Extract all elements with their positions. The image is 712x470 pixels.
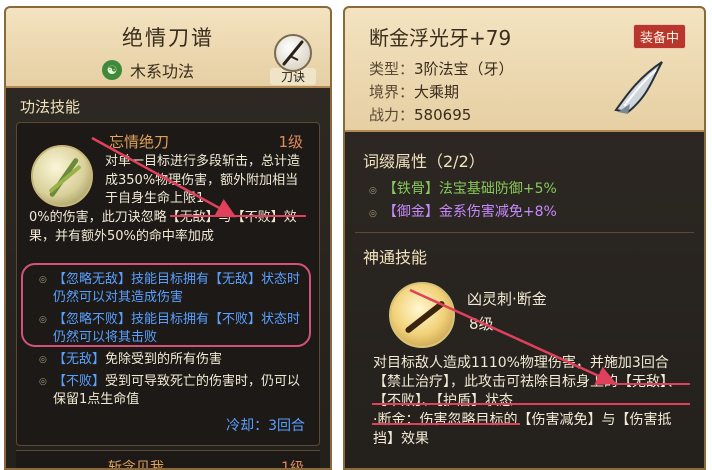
skill-emblem-icon xyxy=(31,145,93,207)
affix-item: ◎ 【铁骨】法宝基础防御+5% xyxy=(369,181,557,197)
artifact-header: 断金浮光牙+79 装备中 类型：3阶法宝（牙） 境界：大乘期 战力：580695 xyxy=(345,8,704,132)
fang-artifact-icon xyxy=(608,56,670,118)
skill-level: 1级 xyxy=(278,133,303,151)
effect-item: 【不败】受到可导致死亡的伤害时，仍可以保留1点生命值 xyxy=(39,373,307,409)
artifact-panel: 断金浮光牙+79 装备中 类型：3阶法宝（牙） 境界：大乘期 战力：580695… xyxy=(343,6,706,470)
effect-item: 【忽略无敌】技能目标拥有【无敌】状态时仍然可以对其造成伤害 xyxy=(39,271,307,307)
skill-card[interactable]: 忘情绝刀 1级 对单一目标进行多段斩击，总计造成350%物理伤害，额外附加相当于… xyxy=(16,122,320,446)
artifact-type: 类型：3阶法宝（牙） xyxy=(369,60,514,78)
element-row: ☯ 木系功法 xyxy=(102,58,194,82)
skill-description-bottom: 0%的伤害，此刀诀忽略【无敌】与【不败】效果，并有额外50%的命中率加成 xyxy=(29,210,297,244)
equipped-badge: 装备中 xyxy=(632,24,686,49)
next-skill-card[interactable]: 斩念贝我 1级 xyxy=(16,450,320,470)
divine-skill-description: 对目标敌人造成1110%物理伤害，并施加3回合【禁止治疗】，此攻击可祛除目标身上… xyxy=(373,355,681,447)
artifact-power: 战力：580695 xyxy=(369,106,472,124)
artifact-realm: 境界：大乘期 xyxy=(369,83,460,101)
divine-skill-section-title: 神通技能 xyxy=(363,248,428,267)
section-divider xyxy=(355,232,694,233)
skill-name: 忘情绝刀 xyxy=(109,133,170,151)
affix-item: ◎ 【御金】金系伤害减免+8% xyxy=(369,204,557,220)
divine-skill-name: 凶灵刺·断金 xyxy=(467,290,547,308)
next-skill-name: 斩念贝我 xyxy=(108,460,164,470)
divine-skill-icon[interactable] xyxy=(389,282,455,348)
wood-element-icon: ☯ xyxy=(102,60,122,80)
effect-item: 【忽略不败】技能目标拥有【不败】状态时仍然可以将其击败 xyxy=(39,311,307,347)
next-skill-level: 1级 xyxy=(281,460,304,470)
effect-item: 【无敌】免除受到的所有伤害 xyxy=(39,351,307,369)
blade-tag-button[interactable]: 刀诀 xyxy=(270,34,316,85)
skill-description-top: 对单一目标进行多段斩击，总计造成350%物理伤害，额外附加相当于自身生命上限1 xyxy=(105,154,301,206)
artifact-title: 断金浮光牙+79 xyxy=(369,26,512,50)
blade-icon xyxy=(274,34,312,72)
skills-section-title: 功法技能 xyxy=(20,98,81,116)
skill-effect-list: 【忽略无敌】技能目标拥有【无敌】状态时仍然可以对其造成伤害 【忽略不败】技能目标… xyxy=(39,271,307,413)
cooldown-label: 冷却：3回合 xyxy=(226,418,305,434)
element-label: 木系功法 xyxy=(130,62,195,81)
technique-panel: 绝情刀谱 ☯ 木系功法 刀诀 功法技能 忘情绝刀 1级 对单一目标进行多段斩击，… xyxy=(4,6,332,470)
technique-header: 绝情刀谱 ☯ 木系功法 刀诀 xyxy=(6,8,330,88)
divine-skill-level: 8级 xyxy=(469,315,494,333)
affix-section-title: 词缀属性（2/2） xyxy=(363,152,485,171)
